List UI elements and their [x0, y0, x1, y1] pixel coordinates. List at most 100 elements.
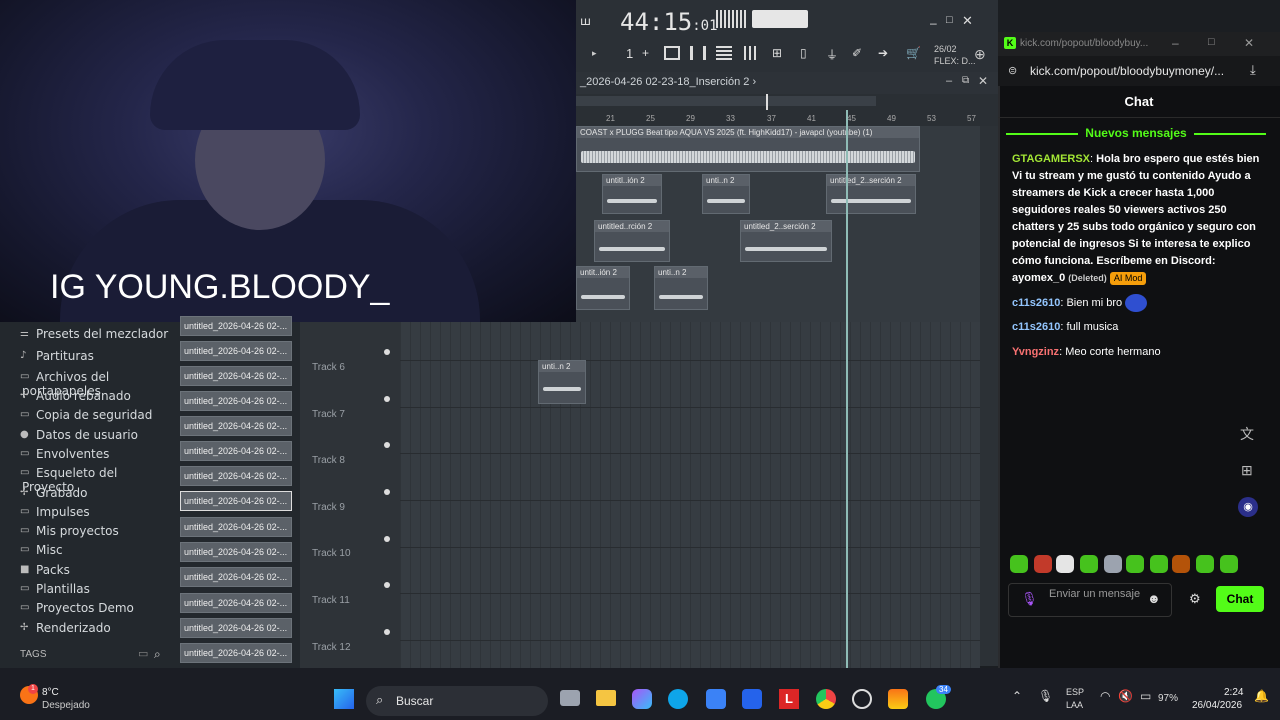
send-chat-button[interactable]: Chat — [1216, 586, 1264, 612]
weather-temp[interactable]: 8°C — [42, 687, 59, 698]
audio-clip[interactable]: unti..n 2 — [538, 360, 586, 404]
chat-input[interactable]: 🎙 Enviar un mensaje ☻ — [1008, 583, 1172, 617]
audio-clip[interactable]: untitl..ión 2 — [602, 174, 662, 214]
browser-item[interactable]: ▭ Proyectos Demo — [20, 601, 134, 615]
track-name[interactable]: Track 11 — [312, 595, 350, 606]
piano-roll-icon[interactable] — [690, 46, 706, 60]
file-item[interactable]: untitled_2026-04-26 02-... — [180, 441, 292, 461]
file-item[interactable]: untitled_2026-04-26 02-... — [180, 391, 292, 411]
file-item[interactable]: untitled_2026-04-26 02-... — [180, 316, 292, 336]
search-icon[interactable]: ⌕ — [154, 647, 161, 662]
emote-icon[interactable] — [1150, 555, 1168, 573]
arrow-icon[interactable]: ➔ — [878, 46, 888, 60]
language-variant[interactable]: LAA — [1066, 700, 1083, 710]
file-item[interactable]: untitled_2026-04-26 02-... — [180, 618, 292, 638]
tags-label[interactable]: TAGS — [20, 649, 46, 660]
timeline-scrollbar[interactable] — [576, 96, 876, 106]
minimize-icon[interactable]: – — [1172, 36, 1179, 50]
audio-clip[interactable]: untitled_2..serción 2 — [826, 174, 916, 214]
emote-icon[interactable] — [1126, 555, 1144, 573]
browser-item[interactable]: ▭ Misc — [20, 543, 63, 557]
fl-studio-icon[interactable] — [888, 689, 908, 709]
emoji-icon[interactable]: ☻ — [1147, 591, 1161, 606]
track-mute-dot[interactable] — [384, 582, 390, 588]
download-icon[interactable]: ⤓ — [1250, 62, 1256, 78]
playhead[interactable] — [846, 110, 848, 668]
file-item[interactable]: untitled_2026-04-26 02-... — [180, 366, 292, 386]
file-item[interactable]: untitled_2026-04-26 02-... — [180, 542, 292, 562]
maximize-icon[interactable]: □ — [1208, 36, 1215, 48]
browser-item[interactable]: ▭ Envolventes — [20, 447, 109, 461]
url-text[interactable]: kick.com/popout/bloodybuymoney/... — [1030, 64, 1224, 78]
audio-clip[interactable]: untitled..rción 2 — [594, 220, 670, 262]
track-name[interactable]: Track 6 — [312, 362, 345, 373]
translate-icon[interactable]: 文 — [1240, 424, 1254, 444]
new-messages-divider[interactable]: Nuevos mensajes — [1006, 124, 1266, 144]
play-icon[interactable]: ▸ — [592, 48, 597, 59]
copilot-icon[interactable] — [632, 689, 652, 709]
minimize-icon[interactable]: – — [930, 16, 937, 30]
battery-icon[interactable]: ▭ — [1140, 689, 1151, 703]
audio-clip[interactable]: untit..ión 2 — [576, 266, 630, 310]
chat-message[interactable]: c11s2610: Bien mi bro — [1012, 294, 1262, 312]
mixer-icon[interactable] — [744, 46, 758, 60]
emote-icon[interactable] — [1196, 555, 1214, 573]
chrome-icon[interactable] — [816, 689, 836, 709]
weather-desc[interactable]: Despejado — [42, 700, 90, 711]
timeline-ruler[interactable]: 21 25 29 33 37 41 45 49 53 57 — [576, 94, 998, 126]
outlook-icon[interactable] — [742, 689, 762, 709]
file-item[interactable]: untitled_2026-04-26 02-... — [180, 517, 292, 537]
browser-item[interactable]: ▭ Plantillas — [20, 582, 90, 596]
track-name[interactable]: Track 9 — [312, 502, 345, 513]
playlist-icon[interactable] — [664, 46, 680, 60]
file-item[interactable]: untitled_2026-04-26 02-... — [180, 416, 292, 436]
clock-time[interactable]: 2:24 — [1224, 687, 1243, 698]
audio-clip[interactable]: unti..n 2 — [702, 174, 750, 214]
store-icon[interactable] — [706, 689, 726, 709]
file-item[interactable]: untitled_2026-04-26 02-... — [180, 643, 292, 663]
browser-item[interactable]: ✢ Grabado — [20, 486, 88, 500]
maximize-icon[interactable]: □ — [946, 14, 953, 26]
track-name[interactable]: Track 10 — [312, 548, 351, 559]
track-mute-dot[interactable] — [384, 349, 390, 355]
track-name[interactable]: Track 8 — [312, 455, 345, 466]
browser-item[interactable]: ▭ Mis proyectos — [20, 524, 119, 538]
add-pattern-icon[interactable]: + — [642, 46, 649, 60]
playlist-close-icon[interactable]: ✕ — [978, 74, 988, 88]
track-mute-dot[interactable] — [384, 489, 390, 495]
browser-item[interactable]: ■ Packs — [20, 563, 70, 577]
playlist-tracks-lower[interactable]: unti..n 2 — [400, 322, 980, 668]
chat-username[interactable]: c11s2610 — [1012, 297, 1060, 309]
chat-username[interactable]: GTAGAMERSX — [1012, 153, 1090, 165]
folder-icon[interactable]: ▭ — [138, 647, 148, 660]
audio-clip[interactable]: untitled_2..serción 2 — [740, 220, 832, 262]
notification-bell-icon[interactable]: 🔔 — [1254, 689, 1269, 703]
edge-icon[interactable] — [668, 689, 688, 709]
chat-username[interactable]: c11s2610 — [1012, 321, 1060, 333]
emote-icon[interactable] — [1034, 555, 1052, 573]
track-mute-dot[interactable] — [384, 536, 390, 542]
browser-item[interactable]: ♪ Partituras — [20, 349, 94, 363]
language-code[interactable]: ESP — [1066, 687, 1084, 697]
task-view-icon[interactable] — [560, 690, 580, 706]
master-volume-slider[interactable] — [752, 10, 808, 28]
file-icon[interactable]: ▯ — [800, 46, 807, 60]
track-name[interactable]: Track 12 — [312, 642, 351, 653]
browser-item[interactable]: ▭ Copia de seguridad — [20, 408, 152, 422]
chat-message[interactable]: GTAGAMERSX: Hola bro espero que estés bi… — [1012, 151, 1262, 287]
emote-icon[interactable] — [1056, 555, 1074, 573]
plugin-icon[interactable]: ⏚ — [826, 46, 838, 63]
start-icon[interactable] — [334, 689, 354, 709]
taskbar-search[interactable]: ⌕ Buscar — [366, 686, 548, 716]
close-icon[interactable]: ✕ — [962, 13, 973, 29]
address-bar[interactable]: ⊜ kick.com/popout/bloodybuymoney/... ⤓ — [998, 56, 1280, 86]
emote-icon[interactable] — [1080, 555, 1098, 573]
emote-icon[interactable] — [1220, 555, 1238, 573]
battery-percent[interactable]: 97% — [1158, 693, 1178, 704]
playlist-scrollbar[interactable] — [980, 126, 998, 666]
apps-icon[interactable]: ⊞ — [1241, 462, 1253, 479]
browser-item[interactable]: ✢ Audio rebanado — [20, 389, 131, 403]
globe-icon[interactable]: ⊕ — [974, 46, 986, 63]
volume-muted-icon[interactable]: 🔇 — [1118, 689, 1133, 703]
settings-gear-icon[interactable]: ⚙ — [1189, 591, 1201, 607]
